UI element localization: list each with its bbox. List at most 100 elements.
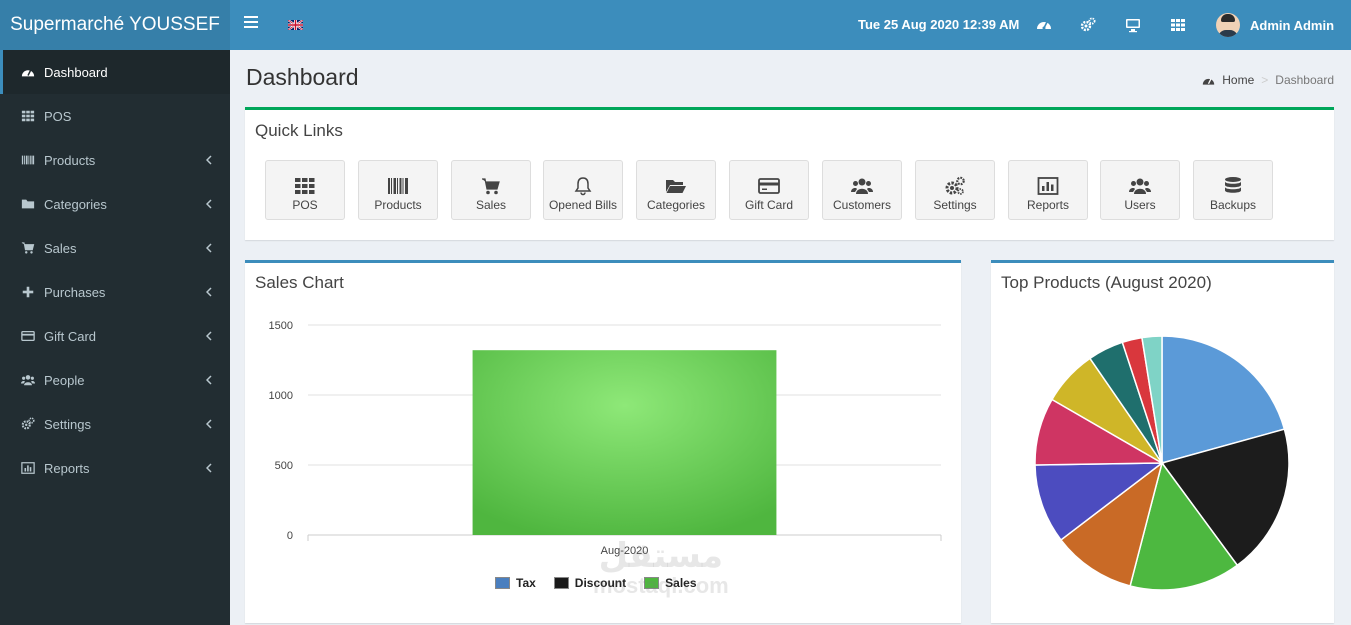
quick-link-label: Customers [832, 198, 891, 212]
quick-link-settings[interactable]: Settings [915, 160, 995, 220]
sidebar-item-label: People [44, 372, 85, 388]
sidebar-item-people[interactable]: People [0, 358, 230, 402]
folder-icon [21, 199, 35, 209]
sidebar-item-label: Products [44, 152, 96, 168]
sidebar-item-label: Dashboard [44, 64, 108, 80]
legend-swatch [495, 577, 510, 589]
bar-chart-icon [21, 462, 35, 474]
top-navbar: Tue 25 Aug 2020 12:39 AM Admin Admin [230, 0, 1351, 50]
database-icon [1225, 177, 1241, 193]
cogs-icon [945, 176, 965, 195]
app-brand[interactable]: Supermarché YOUSSEF [0, 0, 230, 50]
quick-links-box: Quick Links POS Products Sales Opened Bi… [245, 107, 1334, 240]
chevron-left-icon [206, 243, 212, 253]
flag-uk-icon[interactable] [288, 20, 303, 30]
barcode-icon [388, 178, 408, 194]
breadcrumb: Home > Dashboard [1202, 73, 1334, 87]
sidebar: Dashboard POS Products Categories Sales … [0, 50, 230, 625]
barcode-icon [21, 155, 35, 165]
quick-link-pos[interactable]: POS [265, 160, 345, 220]
page-title: Dashboard [246, 64, 359, 90]
quick-link-label: Settings [933, 198, 977, 212]
sidebar-item-settings[interactable]: Settings [0, 402, 230, 446]
quick-link-opened-bills[interactable]: Opened Bills [543, 160, 623, 220]
quick-link-label: Backups [1209, 198, 1257, 212]
cogs-icon [21, 417, 35, 430]
y-tick-label: 500 [275, 460, 293, 472]
legend-item-tax: Tax [495, 576, 536, 590]
grid-icon [21, 110, 35, 122]
sales-chart-box: Sales Chart 0 500 1000 1500 Aug-2020 Tax Dis… [245, 260, 961, 623]
dashboard-icon[interactable] [1036, 17, 1052, 33]
quick-link-customers[interactable]: Customers [822, 160, 902, 220]
sidebar-item-reports[interactable]: Reports [0, 446, 230, 490]
sidebar-item-products[interactable]: Products [0, 138, 230, 182]
quick-link-users[interactable]: Users [1100, 160, 1180, 220]
watermark: مستقل mostaql.com [593, 539, 729, 599]
quick-link-label: Products [374, 198, 422, 212]
bar-sales[interactable] [472, 350, 777, 535]
users-icon [21, 375, 35, 386]
quick-link-products[interactable]: Products [358, 160, 438, 220]
sidebar-item-label: Settings [44, 416, 91, 432]
quick-link-reports[interactable]: Reports [1008, 160, 1088, 220]
sidebar-item-pos[interactable]: POS [0, 94, 230, 138]
cogs-icon[interactable] [1080, 17, 1096, 33]
sidebar-item-dashboard[interactable]: Dashboard [0, 50, 230, 94]
chevron-left-icon [206, 375, 212, 385]
quick-link-backups[interactable]: Backups [1193, 160, 1273, 220]
menu-icon[interactable] [244, 16, 258, 30]
sidebar-item-gift-card[interactable]: Gift Card [0, 314, 230, 358]
cart-icon [482, 178, 500, 195]
breadcrumb-home-link[interactable]: Home [1222, 73, 1254, 87]
y-tick-label: 1000 [269, 390, 293, 402]
sidebar-item-label: Gift Card [44, 328, 97, 344]
top-products-pie-chart [1034, 335, 1290, 591]
watermark-arabic: مستقل [598, 536, 724, 576]
user-menu[interactable]: Admin Admin [1216, 11, 1334, 39]
avatar [1216, 13, 1240, 37]
users-icon [1129, 178, 1151, 194]
sidebar-item-label: POS [44, 108, 72, 124]
top-products-title: Top Products (August 2020) [1001, 273, 1212, 292]
chevron-left-icon [206, 463, 212, 473]
quick-link-gift-card[interactable]: Gift Card [729, 160, 809, 220]
quick-links-title: Quick Links [255, 121, 343, 140]
sales-chart-title: Sales Chart [255, 273, 344, 292]
quick-link-categories[interactable]: Categories [636, 160, 716, 220]
sidebar-item-label: Categories [44, 196, 107, 212]
quick-link-sales[interactable]: Sales [451, 160, 531, 220]
legend-swatch [553, 577, 569, 589]
grid-icon [295, 178, 315, 194]
quick-link-label: Categories [646, 198, 706, 212]
sidebar-item-label: Reports [44, 460, 90, 476]
desktop-icon[interactable] [1125, 17, 1141, 33]
grid-icon[interactable] [1170, 17, 1186, 33]
current-datetime: Tue 25 Aug 2020 12:39 AM [858, 17, 1020, 32]
user-name: Admin Admin [1250, 17, 1335, 33]
chevron-left-icon [206, 155, 212, 165]
y-tick-label: 0 [287, 530, 293, 542]
bell-icon [574, 177, 592, 196]
quick-link-label: POS [292, 198, 318, 212]
quick-link-label: Gift Card [744, 198, 793, 212]
users-icon [851, 178, 873, 194]
sidebar-item-label: Purchases [44, 284, 106, 300]
quick-link-label: Reports [1026, 198, 1070, 212]
chevron-left-icon [206, 199, 212, 209]
breadcrumb-current: Dashboard [1275, 73, 1334, 87]
legend-label: Tax [516, 576, 536, 590]
dashboard-icon [21, 69, 35, 77]
dashboard-icon [1203, 78, 1215, 85]
sidebar-item-purchases[interactable]: Purchases [0, 270, 230, 314]
quick-link-label: Sales [475, 198, 507, 212]
cart-icon [21, 242, 35, 254]
quick-link-label: Users [1124, 198, 1156, 212]
folder-open-icon [666, 180, 686, 193]
chevron-left-icon [206, 331, 212, 341]
watermark-url: mostaql.com [593, 573, 729, 598]
plus-icon [22, 286, 34, 298]
sidebar-item-sales[interactable]: Sales [0, 226, 230, 270]
quick-link-label: Opened Bills [548, 198, 618, 212]
sidebar-item-categories[interactable]: Categories [0, 182, 230, 226]
